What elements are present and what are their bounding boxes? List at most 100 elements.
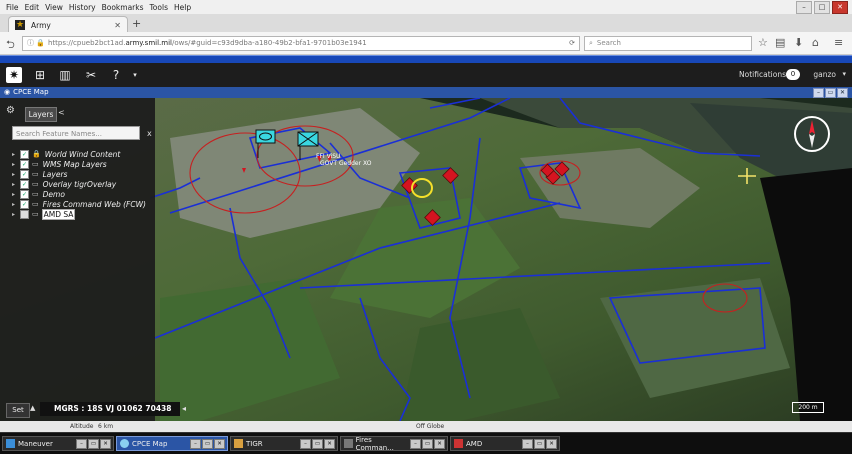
url-bar[interactable]: ⓘ 🔒 https://cpueb2bct1ad.army.smil.mil/ow… — [22, 36, 580, 51]
task-restore-icon[interactable]: ▭ — [202, 438, 213, 449]
task-close-icon[interactable]: ✕ — [324, 438, 335, 449]
notifications-count[interactable]: 0 — [786, 69, 800, 80]
layer-row[interactable]: ▸ ✓ 🔒 World Wind Content — [12, 149, 121, 159]
layer-row[interactable]: ▸ ✓ ▭ Overlay tigrOverlay — [12, 179, 117, 189]
tab-close-icon[interactable]: ✕ — [114, 21, 121, 30]
globe-app-icon — [120, 439, 129, 448]
expand-arrow-icon[interactable]: ▸ — [12, 211, 20, 218]
layer-row[interactable]: ▸ ✓ ▭ Layers — [12, 169, 68, 179]
tab-bar: ★ Army ✕ + — [0, 14, 852, 33]
task-cpce-map[interactable]: CPCE Map – ▭ ✕ — [116, 436, 228, 451]
task-maneuver[interactable]: Maneuver – ▭ ✕ — [2, 436, 114, 451]
altitude-value: 6 km — [98, 423, 114, 430]
task-restore-icon[interactable]: ▭ — [534, 438, 545, 449]
task-fires-command[interactable]: Fires Comman... – ▭ ✕ — [340, 436, 448, 452]
task-amd[interactable]: AMD – ▭ ✕ — [450, 436, 560, 451]
task-close-icon[interactable]: ✕ — [434, 438, 445, 449]
menu-tools[interactable]: Tools — [150, 3, 168, 12]
app-store-icon[interactable]: ▥ — [57, 67, 73, 83]
task-restore-icon[interactable]: ▭ — [312, 438, 323, 449]
globe-icon: ◉ — [4, 88, 11, 96]
layer-checkbox[interactable]: ✓ — [20, 189, 29, 199]
info-icon[interactable]: ⓘ 🔒 — [27, 39, 45, 47]
download-icon[interactable]: ⬇ — [794, 36, 803, 49]
layer-checkbox[interactable]: ✓ — [20, 169, 29, 179]
map-label-govt: GOVT Gedder XO — [320, 160, 372, 167]
menu-icon[interactable]: ≡ — [834, 36, 843, 49]
menu-history[interactable]: History — [69, 3, 96, 12]
layer-checkbox[interactable] — [20, 209, 29, 219]
layer-row[interactable]: ▸ ▭ AMD SA — [12, 208, 76, 220]
app-taskbar: Maneuver – ▭ ✕ CPCE Map – ▭ ✕ TIGR – ▭ ✕ Fires… — [0, 432, 852, 454]
layer-row[interactable]: ▸ ✓ ▭ WMS Map Layers — [12, 159, 108, 169]
menu-file[interactable]: File — [6, 3, 19, 12]
close-icon[interactable]: ✕ — [832, 1, 848, 14]
maximize-icon[interactable]: □ — [814, 1, 830, 14]
expand-arrow-icon[interactable]: ▸ — [12, 191, 20, 198]
task-minimize-icon[interactable]: – — [410, 438, 421, 449]
collapse-panel-button[interactable]: < — [58, 108, 65, 117]
dropdown-icon[interactable]: ▾ — [127, 67, 143, 83]
mgrs-collapse-icon[interactable]: ◂ — [182, 404, 186, 413]
task-minimize-icon[interactable]: – — [76, 438, 87, 449]
browser-search-field[interactable]: ⌕ Search — [584, 36, 752, 51]
star-menu-icon[interactable]: ✷ — [6, 67, 22, 83]
layer-checkbox[interactable]: ✓ — [20, 179, 29, 189]
layer-checkbox[interactable]: ✓ — [20, 199, 29, 209]
expand-arrow-icon[interactable]: ▸ — [12, 171, 20, 178]
layers-button[interactable]: Layers — [25, 107, 57, 122]
tools-icon[interactable]: ✂ — [83, 67, 99, 83]
browser-tab[interactable]: ★ Army ✕ — [8, 16, 128, 33]
user-dropdown-icon[interactable]: ▾ — [842, 70, 846, 78]
nav-bar: ⮌ ⓘ 🔒 https://cpueb2bct1ad.army.smil.mil/… — [0, 32, 852, 55]
window-minimize-icon[interactable]: – — [813, 88, 824, 98]
layer-row[interactable]: ▸ ✓ ▭ Fires Command Web (FCW) — [12, 199, 147, 209]
lock-icon: 🔒 — [32, 150, 41, 158]
globe-status: Off Globe — [416, 423, 445, 430]
expand-arrow-icon[interactable]: ▸ — [12, 201, 20, 208]
user-name[interactable]: ganzo — [813, 70, 836, 79]
bookmark-star-icon[interactable]: ☆ — [758, 36, 768, 49]
reload-icon[interactable]: ⟳ — [569, 37, 575, 50]
menu-bookmarks[interactable]: Bookmarks — [102, 3, 144, 12]
window-close-icon[interactable]: ✕ — [837, 88, 848, 98]
mgrs-up-icon[interactable]: ▲ — [30, 404, 35, 412]
task-minimize-icon[interactable]: – — [300, 438, 311, 449]
home-icon[interactable]: ⌂ — [812, 36, 819, 49]
set-button[interactable]: Set — [6, 403, 30, 418]
expand-arrow-icon[interactable]: ▸ — [12, 161, 20, 168]
task-close-icon[interactable]: ✕ — [214, 438, 225, 449]
layer-checkbox[interactable]: ✓ — [20, 159, 29, 169]
new-tab-icon[interactable]: + — [132, 17, 141, 30]
task-close-icon[interactable]: ✕ — [100, 438, 111, 449]
layer-row[interactable]: ▸ ✓ ▭ Demo — [12, 189, 66, 199]
menu-view[interactable]: View — [45, 3, 63, 12]
expand-arrow-icon[interactable]: ▸ — [12, 181, 20, 188]
expand-arrow-icon[interactable]: ▸ — [12, 151, 20, 158]
menu-help[interactable]: Help — [174, 3, 191, 12]
task-minimize-icon[interactable]: – — [522, 438, 533, 449]
tigr-app-icon — [234, 439, 243, 448]
minimize-icon[interactable]: – — [796, 1, 812, 14]
task-restore-icon[interactable]: ▭ — [422, 438, 433, 449]
layer-checkbox[interactable]: ✓ — [20, 149, 29, 159]
army-star-icon: ★ — [15, 20, 25, 30]
dashboard-icon[interactable]: ⊞ — [32, 67, 48, 83]
feature-search-input[interactable]: Search Feature Names... — [12, 126, 140, 140]
help-icon[interactable]: ? — [108, 67, 124, 83]
feature-search-clear-button[interactable]: x — [147, 129, 152, 138]
task-close-icon[interactable]: ✕ — [546, 438, 557, 449]
gear-icon[interactable]: ⚙ — [6, 105, 15, 116]
window-restore-icon[interactable]: ▭ — [825, 88, 836, 98]
folder-icon: ▭ — [32, 190, 39, 198]
scale-bar: 200 m — [792, 402, 824, 413]
menu-edit[interactable]: Edit — [25, 3, 40, 12]
notifications-label[interactable]: Notifications — [739, 70, 786, 79]
task-restore-icon[interactable]: ▭ — [88, 438, 99, 449]
back-icon[interactable]: ⮌ — [6, 36, 15, 55]
task-minimize-icon[interactable]: – — [190, 438, 201, 449]
library-icon[interactable]: ▤ — [775, 36, 785, 49]
app-toolbar: ✷ ⊞ ▥ ✂ ? ▾ Notifications 0 ganzo ▾ — [0, 63, 852, 88]
maneuver-app-icon — [6, 439, 15, 448]
task-tigr[interactable]: TIGR – ▭ ✕ — [230, 436, 338, 451]
